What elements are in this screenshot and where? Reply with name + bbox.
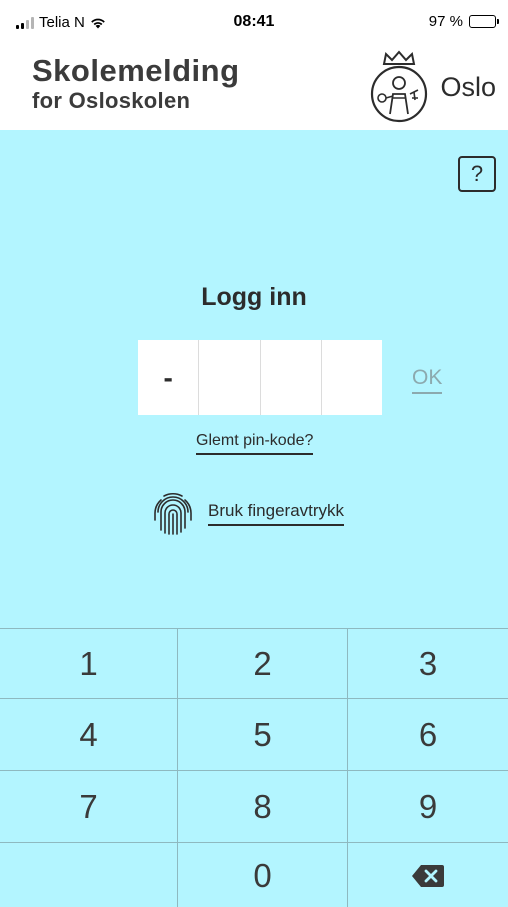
key-0[interactable]: 0	[178, 843, 348, 907]
key-3[interactable]: 3	[348, 629, 508, 699]
city-name: Oslo	[440, 71, 496, 102]
battery-icon	[469, 15, 499, 28]
key-7[interactable]: 7	[0, 771, 178, 843]
backspace-icon	[412, 864, 444, 887]
pin-input[interactable]: -	[138, 340, 382, 415]
fingerprint-label: Bruk fingeravtrykk	[208, 501, 345, 526]
key-8[interactable]: 8	[178, 771, 348, 843]
pin-digit-2[interactable]	[199, 340, 261, 415]
app-title: Skolemelding	[32, 53, 240, 88]
help-button[interactable]: ?	[458, 156, 496, 192]
battery-percent: 97 %	[428, 13, 463, 30]
key-5[interactable]: 5	[178, 699, 348, 771]
oslo-city-seal-icon	[371, 50, 428, 123]
pin-digit-4[interactable]	[322, 340, 382, 415]
app-subtitle: for Osloskolen	[32, 88, 191, 113]
key-1[interactable]: 1	[0, 629, 178, 699]
app-header: Skolemelding for Osloskolen Oslo	[0, 40, 508, 130]
login-title: Logg inn	[201, 283, 307, 311]
brand: Skolemelding for Osloskolen	[32, 54, 240, 114]
numeric-keypad: 1 2 3 4 5 6 7 8 9 0	[0, 628, 508, 907]
fingerprint-login[interactable]: Bruk fingeravtrykk	[150, 490, 345, 536]
key-6[interactable]: 6	[348, 699, 508, 771]
login-area: ? Logg inn - OK Glemt pin-kode? Bruk fin…	[0, 130, 508, 628]
ok-button[interactable]: OK	[412, 366, 443, 394]
forgot-pin-link[interactable]: Glemt pin-kode?	[196, 432, 314, 455]
pin-digit-3[interactable]	[261, 340, 322, 415]
status-bar: Telia N 08:41 97 %	[0, 0, 508, 40]
status-right: 97 %	[428, 13, 499, 30]
backspace-key[interactable]	[348, 843, 508, 907]
key-empty	[0, 843, 178, 907]
pin-digit-1[interactable]: -	[138, 340, 200, 415]
key-2[interactable]: 2	[178, 629, 348, 699]
fingerprint-icon	[154, 493, 192, 535]
key-9[interactable]: 9	[348, 771, 508, 843]
key-4[interactable]: 4	[0, 699, 178, 771]
city-brand: Oslo	[366, 50, 496, 124]
